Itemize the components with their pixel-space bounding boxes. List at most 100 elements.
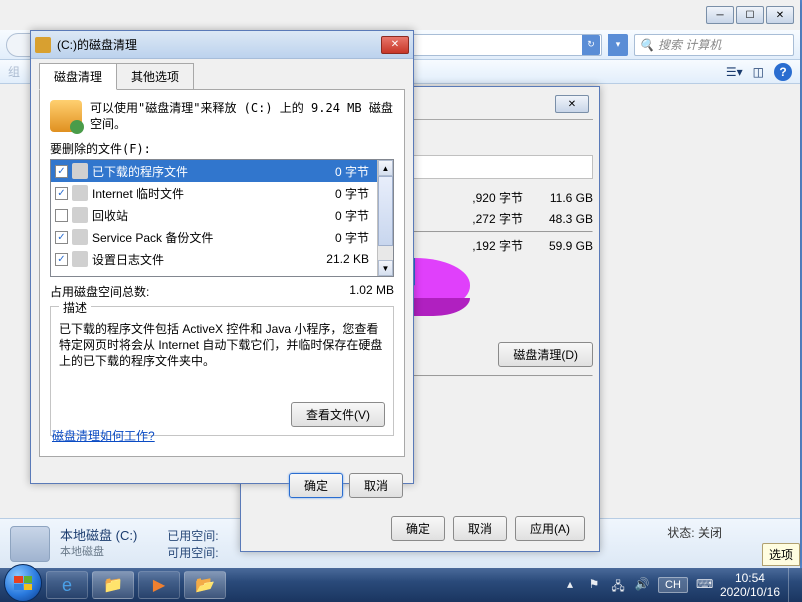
ie-icon: e <box>62 575 72 596</box>
used-space-label: 已用空间: <box>167 529 218 543</box>
capacity-gb: 59.9 GB <box>523 239 593 253</box>
cleanup-tabs: 磁盘清理 其他选项 <box>39 63 405 90</box>
item-label: 已下载的程序文件 <box>92 163 299 180</box>
capacity-bytes: ,192 字节 <box>472 237 523 254</box>
apply-button[interactable]: 应用(A) <box>515 516 585 541</box>
checkbox[interactable] <box>55 187 68 200</box>
view-files-button[interactable]: 查看文件(V) <box>291 402 385 427</box>
ime-options-bubble[interactable]: 选项 <box>762 543 800 566</box>
firewall-status: 状态: 关闭 <box>667 524 722 541</box>
taskbar-clock[interactable]: 10:54 2020/10/16 <box>720 571 780 599</box>
checkbox[interactable] <box>55 231 68 244</box>
cancel-button[interactable]: 取消 <box>349 473 403 498</box>
maximize-button[interactable]: ☐ <box>736 6 764 24</box>
free-bytes: ,272 字节 <box>472 210 523 227</box>
action-center-icon[interactable]: ⚑ <box>586 577 602 593</box>
tab-more-options[interactable]: 其他选项 <box>116 63 194 90</box>
item-size: 21.2 KB <box>303 252 373 266</box>
taskbar-explorer[interactable]: 📁 <box>92 571 134 599</box>
network-icon[interactable]: 🖧 <box>610 577 626 593</box>
checkbox[interactable] <box>55 209 68 222</box>
item-size: 0 字节 <box>303 207 373 224</box>
search-icon: 🔍 <box>639 38 654 52</box>
close-button[interactable]: ✕ <box>381 36 409 54</box>
item-size: 0 字节 <box>303 229 373 246</box>
file-type-icon <box>72 163 88 179</box>
taskbar-ie[interactable]: e <box>46 571 88 599</box>
folder-open-icon: 📂 <box>195 575 215 595</box>
ok-button[interactable]: 确定 <box>289 473 343 498</box>
description-group: 描述 已下载的程序文件包括 ActiveX 控件和 Java 小程序，您查看特定… <box>50 306 394 436</box>
ok-button[interactable]: 确定 <box>391 516 445 541</box>
free-space-label: 可用空间: <box>167 546 218 560</box>
drive-icon <box>10 526 50 562</box>
volume-icon[interactable]: 🔊 <box>634 577 650 593</box>
close-button[interactable]: ✕ <box>766 6 794 24</box>
tray-expand-icon[interactable]: ▴ <box>562 577 578 593</box>
scroll-down-icon[interactable]: ▼ <box>378 260 393 276</box>
item-label: 回收站 <box>92 207 299 224</box>
clock-date: 2020/10/16 <box>720 585 780 599</box>
minimize-button[interactable]: ─ <box>706 6 734 24</box>
list-item[interactable]: 回收站0 字节 <box>51 204 377 226</box>
taskbar-app[interactable]: 📂 <box>184 571 226 599</box>
toolbar-item[interactable]: 组 <box>8 63 20 80</box>
files-to-delete-label: 要删除的文件(F): <box>50 140 394 157</box>
view-mode-icon[interactable]: ☰▾ <box>726 65 743 79</box>
disk-cleanup-dialog: (C:)的磁盘清理 ✕ 磁盘清理 其他选项 可以使用"磁盘清理"来释放 (C:)… <box>30 30 414 484</box>
disk-cleanup-button[interactable]: 磁盘清理(D) <box>498 342 593 367</box>
keyboard-icon[interactable]: ⌨ <box>696 577 712 593</box>
item-size: 0 字节 <box>303 185 373 202</box>
disk-cleanup-icon <box>35 37 51 53</box>
list-item[interactable]: Internet 临时文件0 字节 <box>51 182 377 204</box>
taskbar: e 📁 ▶ 📂 ▴ ⚑ 🖧 🔊 CH ⌨ 10:54 2020/10/16 <box>0 568 802 602</box>
list-item[interactable]: Service Pack 备份文件0 字节 <box>51 226 377 248</box>
details-title: 本地磁盘 (C:) <box>60 528 137 544</box>
dialog-title: (C:)的磁盘清理 <box>57 36 137 53</box>
item-size: 0 字节 <box>303 163 373 180</box>
search-input[interactable]: 🔍 搜索 计算机 <box>634 34 794 56</box>
item-label: Service Pack 备份文件 <box>92 229 299 246</box>
cleanup-intro-text: 可以使用"磁盘清理"来释放 (C:) 上的 9.24 MB 磁盘空间。 <box>90 100 394 132</box>
clock-time: 10:54 <box>720 571 780 585</box>
file-type-icon <box>72 251 88 267</box>
system-tray: ▴ ⚑ 🖧 🔊 CH ⌨ 10:54 2020/10/16 <box>562 568 802 602</box>
wmp-icon: ▶ <box>153 575 165 595</box>
cancel-button[interactable]: 取消 <box>453 516 507 541</box>
taskbar-media-player[interactable]: ▶ <box>138 571 180 599</box>
scroll-up-icon[interactable]: ▲ <box>378 160 393 176</box>
address-dropdown-icon[interactable]: ▾ <box>608 34 628 56</box>
cleanup-file-list[interactable]: 已下载的程序文件0 字节Internet 临时文件0 字节回收站0 字节Serv… <box>50 159 394 277</box>
help-icon[interactable]: ? <box>774 63 792 81</box>
windows-logo-icon <box>14 576 32 590</box>
language-indicator[interactable]: CH <box>658 577 688 593</box>
close-button[interactable]: ✕ <box>555 95 589 113</box>
item-label: 设置日志文件 <box>92 251 299 268</box>
description-legend: 描述 <box>59 299 91 316</box>
description-text: 已下载的程序文件包括 ActiveX 控件和 Java 小程序，您查看特定网页时… <box>59 321 385 369</box>
total-label: 占用磁盘空间总数: <box>50 283 349 300</box>
scroll-thumb[interactable] <box>378 176 393 246</box>
start-button[interactable] <box>4 564 42 602</box>
details-subtitle: 本地磁盘 <box>60 544 137 560</box>
tab-disk-cleanup[interactable]: 磁盘清理 <box>39 63 117 90</box>
total-value: 1.02 MB <box>349 283 394 300</box>
file-type-icon <box>72 185 88 201</box>
scrollbar[interactable]: ▲ ▼ <box>377 160 393 276</box>
preview-pane-icon[interactable]: ◫ <box>753 65 764 79</box>
address-refresh-icon[interactable]: ↻ <box>582 35 600 55</box>
show-desktop-button[interactable] <box>788 568 796 602</box>
file-type-icon <box>72 207 88 223</box>
how-does-cleanup-work-link[interactable]: 磁盘清理如何工作? <box>52 427 155 444</box>
list-item[interactable]: 设置日志文件 21.2 KB <box>51 248 377 270</box>
item-label: Internet 临时文件 <box>92 185 299 202</box>
checkbox[interactable] <box>55 165 68 178</box>
used-gb: 11.6 GB <box>523 191 593 205</box>
cleanup-big-icon <box>50 100 82 132</box>
checkbox[interactable] <box>55 253 68 266</box>
list-item[interactable]: 已下载的程序文件0 字节 <box>51 160 377 182</box>
free-gb: 48.3 GB <box>523 212 593 226</box>
used-bytes: ,920 字节 <box>472 189 523 206</box>
folder-icon: 📁 <box>103 575 123 595</box>
file-type-icon <box>72 229 88 245</box>
